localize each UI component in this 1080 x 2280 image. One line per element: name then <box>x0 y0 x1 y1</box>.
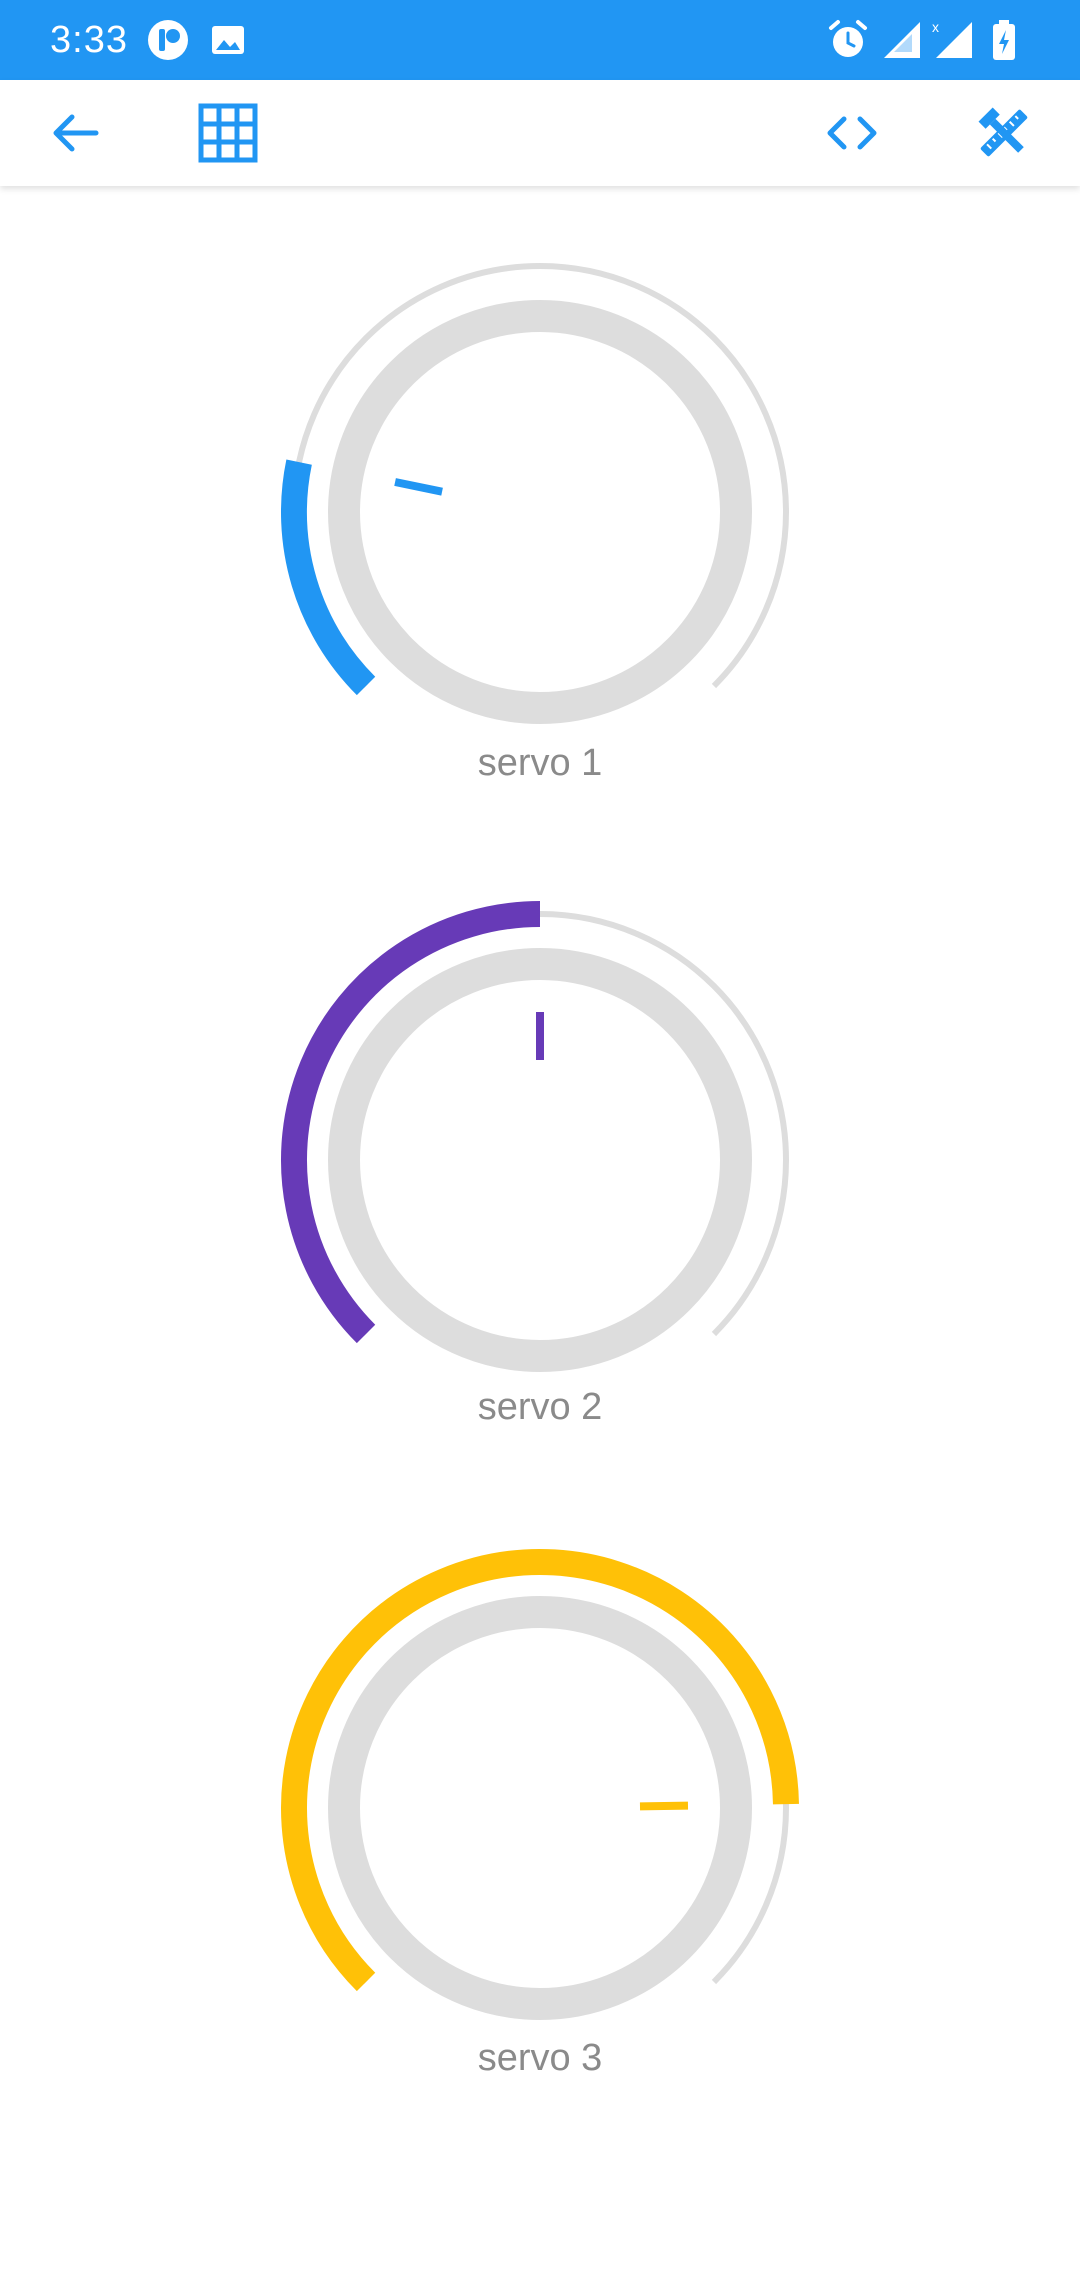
grid-icon <box>198 103 258 163</box>
knob-pointer-servo-3 <box>639 1801 689 1811</box>
back-button[interactable] <box>36 93 116 173</box>
svg-text:x: x <box>932 19 939 35</box>
image-icon <box>206 18 250 67</box>
knob-panel: servo 1 servo 2 servo 3 <box>0 186 1080 2280</box>
status-bar: 3:33 x <box>0 0 1080 80</box>
code-button[interactable] <box>812 93 892 173</box>
signal-no-data-icon: x <box>930 18 974 67</box>
app-notification-icon <box>146 18 190 67</box>
toolbar <box>0 80 1080 186</box>
battery-charging-icon <box>990 18 1018 67</box>
knob-dial-servo-1[interactable] <box>328 300 752 724</box>
knob-servo-2[interactable] <box>281 901 789 1372</box>
knobs-canvas <box>281 263 799 2020</box>
arrow-left-icon <box>53 114 99 152</box>
grid-button[interactable] <box>188 93 268 173</box>
knob-label-servo-2: servo 2 <box>477 1386 603 1428</box>
tools-icon <box>978 107 1028 157</box>
tools-button[interactable] <box>964 93 1044 173</box>
knob-servo-3[interactable] <box>281 1549 799 2020</box>
knob-label-servo-1: servo 1 <box>477 742 603 784</box>
status-time: 3:33 <box>50 19 128 61</box>
code-icon <box>827 116 877 150</box>
knob-servo-1[interactable] <box>281 263 789 724</box>
knob-label-servo-3: servo 3 <box>477 2037 603 2079</box>
alarm-icon <box>826 18 870 67</box>
signal-icon <box>882 18 922 67</box>
